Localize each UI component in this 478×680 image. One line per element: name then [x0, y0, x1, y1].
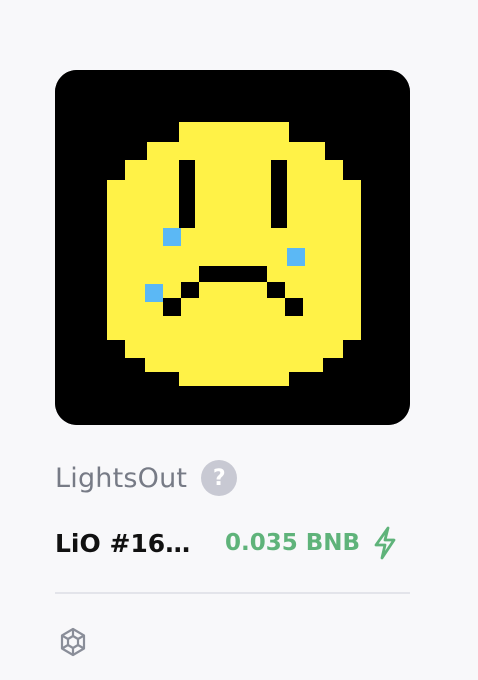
collection-name[interactable]: LightsOut: [55, 463, 187, 494]
divider: [55, 592, 410, 594]
crying-pixel-face-icon: [55, 70, 410, 425]
price-label: 0.035 BNB: [225, 530, 361, 556]
nft-card[interactable]: LightsOut ? LiO #16… 0.035 BNB: [0, 0, 478, 680]
title-row: LiO #16… 0.035 BNB: [55, 523, 410, 563]
token-name[interactable]: LiO #16…: [55, 529, 215, 558]
help-icon[interactable]: ?: [201, 460, 238, 496]
collection-row: LightsOut ?: [55, 458, 238, 498]
nft-image[interactable]: [55, 70, 410, 425]
bnb-chain-icon: [60, 627, 86, 657]
lightning-bolt-icon: [374, 526, 396, 560]
